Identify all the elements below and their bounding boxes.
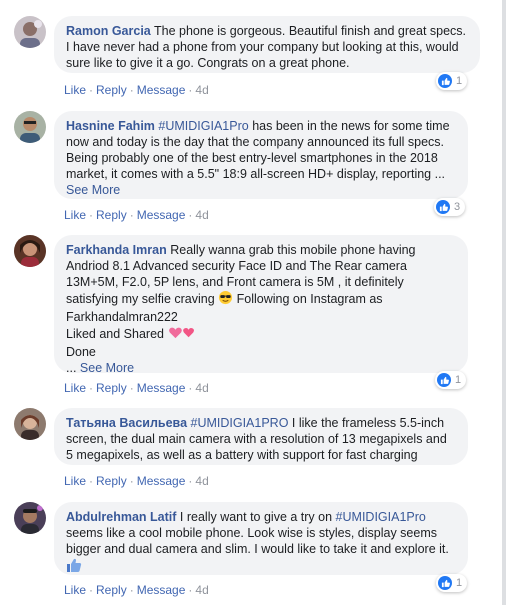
comments-section: Ramon Garcia The phone is gorgeous. Beau… (0, 0, 506, 605)
like-button[interactable]: Like (64, 583, 86, 597)
avatar-tatyana-vasilyeva[interactable] (14, 408, 46, 440)
hashtag-link[interactable]: #UMIDIGIA1Pro (336, 510, 426, 524)
comment-author[interactable]: Abdulrehman Latif (66, 510, 176, 524)
timestamp[interactable]: 4d (195, 474, 208, 488)
timestamp[interactable]: 4d (195, 381, 208, 395)
message-button[interactable]: Message (137, 583, 186, 597)
comment-actions: Like · Reply · Message · 4d (64, 474, 209, 488)
like-icon (438, 576, 452, 590)
reply-button[interactable]: Reply (96, 208, 127, 222)
comment-actions: Like · Reply · Message · 4d (64, 83, 209, 97)
see-more-link[interactable]: See More (80, 361, 134, 375)
reaction-count-value: 1 (456, 577, 463, 589)
hashtag-link[interactable]: #UMIDIGIA1Pro (158, 119, 248, 133)
reaction-count-value: 1 (456, 75, 463, 87)
reaction-count[interactable]: 3 (434, 198, 466, 216)
message-button[interactable]: Message (137, 208, 186, 222)
like-icon (438, 74, 452, 88)
reaction-count-value: 3 (454, 201, 461, 213)
comment-author[interactable]: Ramon Garcia (66, 24, 151, 38)
hashtag-link[interactable]: #UMIDIGIA1PRO (191, 416, 289, 430)
avatar-farkhanda-imran[interactable] (14, 235, 46, 267)
avatar-ramon-garcia[interactable] (14, 16, 46, 48)
message-button[interactable]: Message (137, 83, 186, 97)
like-icon (437, 373, 451, 387)
comment-author[interactable]: Hasnine Fahim (66, 119, 155, 133)
message-button[interactable]: Message (137, 474, 186, 488)
reply-button[interactable]: Reply (96, 83, 127, 97)
comment-actions: Like · Reply · Message · 4d (64, 208, 209, 222)
comment-author[interactable]: Farkhanda Imran (66, 243, 167, 257)
sunglasses-emoji (218, 290, 233, 309)
reaction-count[interactable]: 1 (435, 371, 467, 389)
see-more-link[interactable]: See More (66, 183, 120, 197)
like-button[interactable]: Like (64, 381, 86, 395)
reaction-count[interactable]: 1 (436, 72, 468, 90)
timestamp[interactable]: 4d (195, 583, 208, 597)
comment-bubble: Abdulrehman Latif I really want to give … (54, 502, 468, 575)
comment-bubble: Ramon Garcia The phone is gorgeous. Beau… (54, 16, 480, 73)
comment-bubble: Hasnine Fahim #UMIDIGIA1Pro has been in … (54, 111, 468, 199)
reply-button[interactable]: Reply (96, 583, 127, 597)
like-button[interactable]: Like (64, 83, 86, 97)
ellipsis: ... (66, 361, 77, 375)
like-button[interactable]: Like (64, 474, 86, 488)
reply-button[interactable]: Reply (96, 474, 127, 488)
comment-author[interactable]: Татьяна Васильева (66, 416, 187, 430)
comment-text-before: I really want to give a try on (179, 510, 333, 524)
comment-text-done: Done (66, 345, 96, 359)
heart-emoji (167, 325, 197, 344)
reply-button[interactable]: Reply (96, 381, 127, 395)
avatar-abdulrehman-latif[interactable] (14, 502, 46, 534)
comment-bubble: Татьяна Васильева #UMIDIGIA1PRO I like t… (54, 408, 468, 465)
scrollbar-edge[interactable] (502, 0, 506, 605)
timestamp[interactable]: 4d (195, 83, 208, 97)
like-button[interactable]: Like (64, 208, 86, 222)
timestamp[interactable]: 4d (195, 208, 208, 222)
comment-actions: Like · Reply · Message · 4d (64, 381, 209, 395)
avatar-hasnine-fahim[interactable] (14, 111, 46, 143)
reaction-count-value: 1 (455, 374, 462, 386)
comment-actions: Like · Reply · Message · 4d (64, 583, 209, 597)
comment-bubble: Farkhanda Imran Really wanna grab this m… (54, 235, 468, 375)
reaction-count[interactable]: 1 (436, 574, 468, 592)
comment-text: seems like a cool mobile phone. Look wis… (66, 526, 449, 556)
comment-text-liked-shared: Liked and Shared (66, 327, 164, 341)
thumbs-up-emoji (66, 557, 82, 577)
like-icon (436, 200, 450, 214)
message-button[interactable]: Message (137, 381, 186, 395)
